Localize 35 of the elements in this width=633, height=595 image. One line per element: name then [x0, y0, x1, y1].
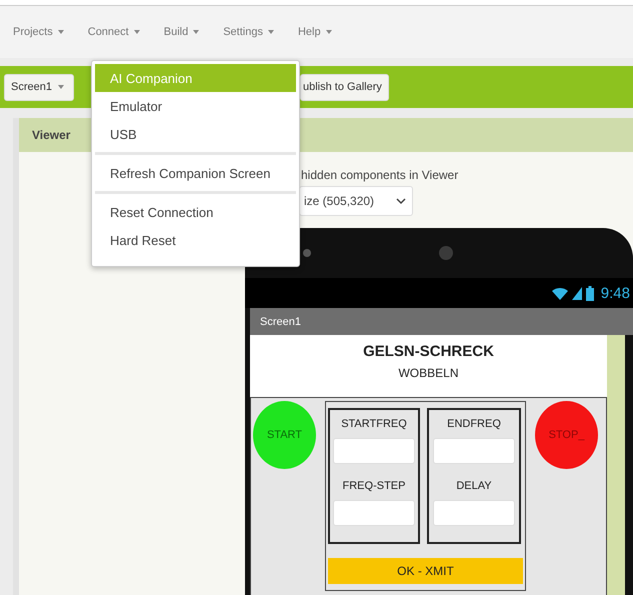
- caret-icon: [58, 30, 64, 34]
- sensor-icon: [303, 249, 311, 257]
- battery-icon: [586, 286, 594, 300]
- camera-icon: [439, 246, 453, 260]
- checkbox-label: hidden components in Viewer: [301, 167, 458, 184]
- field-label: STARTFREQ: [341, 418, 407, 432]
- input-field[interactable]: [433, 500, 515, 526]
- app-subtitle: WOBBELN: [398, 366, 458, 380]
- caret-icon: [193, 30, 200, 34]
- wifi-icon: [552, 286, 568, 300]
- panel-title: Viewer: [32, 128, 70, 142]
- toolbar-button[interactable]: Screen1: [4, 74, 74, 100]
- status-time: 9:48: [600, 284, 630, 302]
- screen-size-dropdown[interactable]: ize (505,320): [299, 186, 413, 216]
- start-button[interactable]: START: [253, 401, 316, 469]
- menu-item[interactable]: Help: [298, 26, 332, 38]
- input-field[interactable]: [333, 500, 415, 526]
- input-field[interactable]: [333, 438, 415, 464]
- field-label: FREQ-STEP: [342, 480, 406, 494]
- menu-item[interactable]: Connect: [88, 26, 140, 38]
- field-label: ENDFREQ: [447, 418, 501, 432]
- screen-title: Screen1: [260, 316, 301, 328]
- caret-icon: [134, 30, 140, 34]
- submit-button[interactable]: OK - XMIT: [328, 558, 523, 584]
- field-label: DELAY: [456, 480, 492, 494]
- input-field[interactable]: [433, 438, 515, 464]
- caret-icon: [326, 30, 332, 34]
- app-title: GELSN-SCHRECK: [363, 343, 494, 360]
- menu-item[interactable]: Projects: [13, 26, 64, 38]
- toolbar-button[interactable]: ublish to Gallery: [300, 74, 389, 100]
- menu-item[interactable]: Settings: [223, 26, 274, 38]
- caret-icon: [268, 30, 274, 34]
- menu-item[interactable]: Build: [164, 26, 200, 38]
- signal-icon: [572, 286, 582, 300]
- chevron-icon: [396, 198, 406, 204]
